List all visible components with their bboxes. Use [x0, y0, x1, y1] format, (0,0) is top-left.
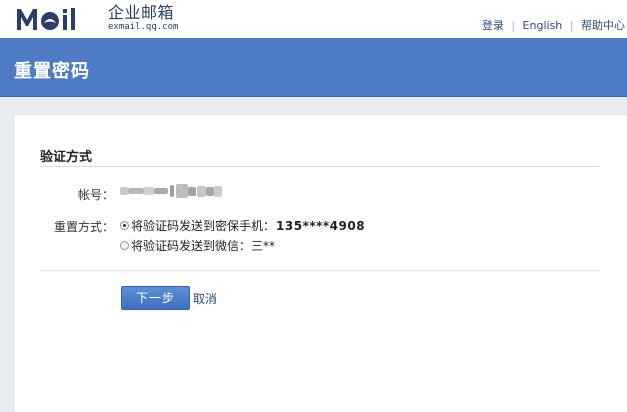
radio-wechat[interactable]: [120, 241, 129, 250]
next-step-button[interactable]: 下一步: [121, 286, 190, 310]
separator: |: [569, 19, 574, 32]
logo-mark: [16, 6, 102, 32]
option-phone-value: 135****4908: [276, 218, 366, 233]
radio-phone[interactable]: [120, 221, 129, 230]
logo-text: 企业邮箱 exmail.qq.com: [108, 5, 178, 32]
moil-logo-icon: [17, 8, 75, 30]
english-link[interactable]: English: [523, 19, 563, 32]
account-label: 帐号：: [77, 188, 114, 202]
account-value-redacted: [120, 182, 222, 200]
actions-divider: [40, 270, 600, 271]
option-phone[interactable]: 将验证码发送到密保手机： 135****4908: [120, 217, 365, 234]
top-bar: 企业邮箱 exmail.qq.com 登录 | English | 帮助中心: [0, 0, 627, 38]
reset-method-label: 重置方式：: [53, 220, 114, 234]
option-wechat-text: 将验证码发送到微信：: [131, 239, 252, 253]
top-links: 登录 | English | 帮助中心: [482, 17, 625, 33]
option-wechat[interactable]: 将验证码发送到微信： 三**: [120, 237, 275, 254]
section-title: 验证方式: [40, 150, 93, 165]
brand-name: 企业邮箱: [108, 3, 175, 22]
option-wechat-value: 三**: [251, 239, 276, 253]
brand-domain: exmail.qq.com: [108, 22, 179, 32]
separator: |: [511, 19, 516, 32]
section-divider: [40, 166, 600, 167]
page-title: 重置密码: [14, 61, 90, 82]
page-header: 重置密码: [0, 38, 627, 97]
reset-panel: 验证方式 帐号： 重置方式： 将验证码发送到密保手机： 135****4908 …: [13, 114, 627, 412]
help-center-link[interactable]: 帮助中心: [581, 19, 625, 32]
brand-logo[interactable]: 企业邮箱 exmail.qq.com: [16, 4, 178, 32]
option-phone-text: 将验证码发送到密保手机：: [131, 219, 276, 233]
login-link[interactable]: 登录: [482, 19, 504, 32]
cancel-link[interactable]: 取消: [193, 290, 217, 307]
